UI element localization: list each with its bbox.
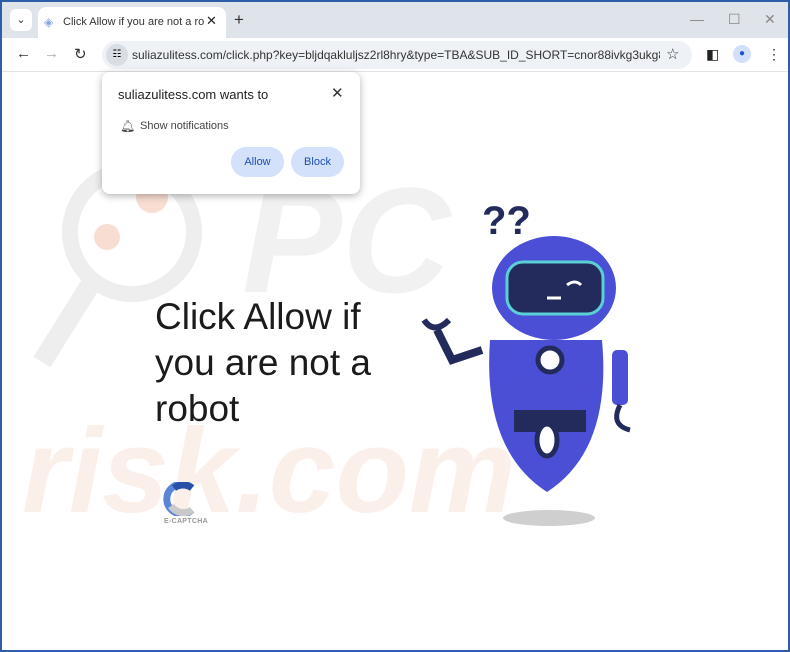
captcha-c-icon xyxy=(163,480,195,518)
minimize-icon[interactable]: — xyxy=(690,11,704,27)
back-icon[interactable]: ← xyxy=(16,45,31,62)
captcha-label: E-CAPTCHA xyxy=(164,518,208,525)
question-marks: ?? xyxy=(482,199,531,243)
menu-icon[interactable]: ⋮ xyxy=(767,46,781,63)
notification-permission-popup: suliazulitess.com wants to ✕ 🔔︎ Show not… xyxy=(102,72,360,194)
e-captcha-logo: E-CAPTCHA xyxy=(162,480,208,525)
robot-illustration: ?? xyxy=(421,199,631,526)
popup-title: suliazulitess.com wants to xyxy=(118,87,269,102)
profile-icon[interactable]: ● xyxy=(733,45,751,63)
toolbar: ← → ↻ ☷ suliazulitess.com/click.php?key=… xyxy=(2,38,788,72)
bookmark-star-icon[interactable]: ☆ xyxy=(666,45,679,63)
block-button[interactable]: Block xyxy=(291,147,344,177)
side-panel-icon[interactable]: ◧ xyxy=(706,46,719,63)
forward-icon: → xyxy=(44,45,59,62)
reload-icon[interactable]: ↻ xyxy=(74,45,87,63)
new-tab-icon[interactable]: + xyxy=(234,10,244,30)
site-info-icon[interactable]: ☷ xyxy=(106,44,128,66)
popup-close-icon[interactable]: ✕ xyxy=(331,84,344,102)
tab-title: Click Allow if you are not a robot xyxy=(63,16,205,28)
address-bar[interactable]: ☷ suliazulitess.com/click.php?key=bljdqa… xyxy=(102,41,692,69)
active-tab[interactable]: ◈ Click Allow if you are not a robot ✕ xyxy=(38,7,226,40)
favicon-icon: ◈ xyxy=(44,15,54,29)
headline: Click Allow if you are not a robot xyxy=(155,296,371,429)
close-icon[interactable]: ✕ xyxy=(764,11,776,28)
tab-search-icon[interactable]: ⌄ xyxy=(10,9,32,31)
maximize-icon[interactable]: ☐ xyxy=(728,11,741,28)
bell-icon: 🔔︎ xyxy=(120,119,136,133)
tab-close-icon[interactable]: ✕ xyxy=(206,13,217,29)
tab-strip: ⌄ ◈ Click Allow if you are not a robot ✕… xyxy=(2,0,788,40)
allow-button[interactable]: Allow xyxy=(231,147,284,177)
permission-text: Show notifications xyxy=(140,120,229,132)
url-text[interactable]: suliazulitess.com/click.php?key=bljdqakl… xyxy=(132,48,660,62)
